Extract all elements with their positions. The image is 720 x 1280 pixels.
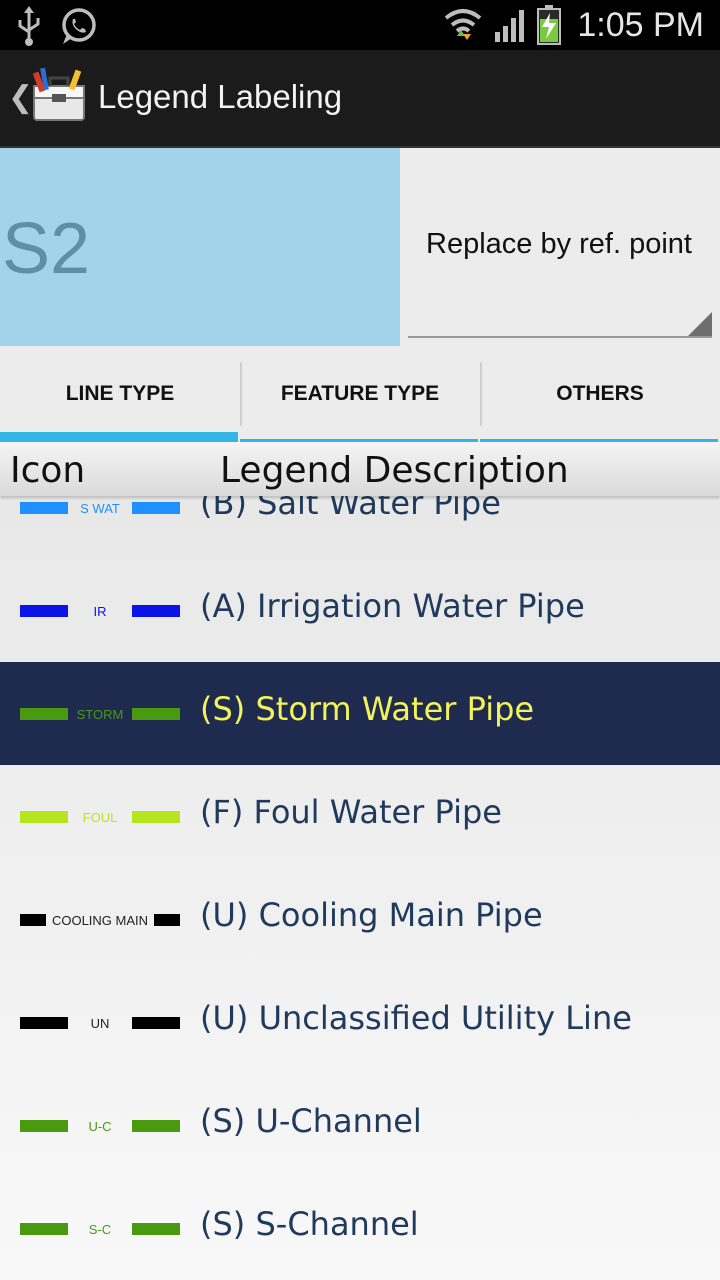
tab-feature-type[interactable]: FEATURE TYPE — [240, 346, 480, 442]
tab-label: LINE TYPE — [65, 382, 175, 405]
point-id: S2 — [2, 209, 91, 289]
tab-indicator — [0, 432, 238, 442]
header-description-column: Legend Description — [220, 450, 569, 491]
line-legend-icon: FOUL — [20, 810, 180, 825]
legend-row[interactable]: U-C (S) U-Channel — [0, 1074, 720, 1177]
legend-description: (A) Irrigation Water Pipe — [200, 587, 585, 625]
legend-code: S WAT — [80, 501, 120, 516]
legend-row[interactable]: S-C (S) S-Channel — [0, 1177, 720, 1280]
action-bar: ❮ Legend Labeling — [0, 50, 720, 148]
spinner-selected-value: Replace by ref. point — [426, 228, 692, 260]
list-header: Icon Legend Description — [0, 442, 720, 496]
tab-bar: LINE TYPE FEATURE TYPE OTHERS — [0, 346, 720, 442]
spinner-underline — [408, 336, 712, 338]
tab-label: FEATURE TYPE — [280, 382, 440, 405]
spinner-arrow-icon — [688, 312, 712, 336]
tab-label: OTHERS — [556, 382, 644, 405]
legend-list[interactable]: S WAT (B) Salt Water Pipe IR (A) Irrigation… — [0, 496, 720, 1280]
legend-code: UN — [91, 1016, 110, 1031]
legend-code: COOLING MAIN — [52, 913, 148, 928]
battery-charging-icon — [537, 5, 562, 45]
legend-code: IR — [94, 604, 107, 619]
legend-list-content: S WAT (B) Salt Water Pipe IR (A) Irrigation… — [0, 496, 720, 1280]
line-legend-icon: U-C — [20, 1119, 180, 1134]
legend-row[interactable]: STORM (S) Storm Water Pipe — [0, 662, 720, 765]
line-legend-icon: STORM — [20, 707, 180, 722]
usb-icon — [18, 6, 40, 46]
legend-description: (U) Unclassified Utility Line — [200, 999, 632, 1037]
point-panel: S2 Replace by ref. point — [0, 148, 720, 346]
legend-row[interactable]: S WAT (B) Salt Water Pipe — [0, 496, 720, 559]
header-icon-column: Icon — [10, 450, 86, 491]
whatsapp-icon — [62, 8, 96, 44]
legend-description: (S) S-Channel — [200, 1205, 419, 1243]
legend-row[interactable]: COOLING MAIN (U) Cooling Main Pipe — [0, 868, 720, 971]
legend-code: U-C — [88, 1119, 111, 1134]
legend-code: S-C — [89, 1222, 111, 1237]
line-legend-icon: S WAT — [20, 501, 180, 516]
page-title: Legend Labeling — [98, 78, 343, 115]
legend-description: (U) Cooling Main Pipe — [200, 896, 543, 934]
line-legend-icon: COOLING MAIN — [20, 913, 180, 928]
legend-description: (F) Foul Water Pipe — [200, 793, 502, 831]
legend-description: (S) U-Channel — [200, 1102, 422, 1140]
legend-description: (B) Salt Water Pipe — [200, 496, 501, 522]
replace-mode-spinner[interactable]: Replace by ref. point — [408, 188, 712, 338]
legend-row[interactable]: UN (U) Unclassified Utility Line — [0, 971, 720, 1074]
legend-row[interactable]: IR (A) Irrigation Water Pipe — [0, 559, 720, 662]
legend-row[interactable]: FOUL (F) Foul Water Pipe — [0, 765, 720, 868]
legend-description: (S) Storm Water Pipe — [200, 690, 535, 728]
clock: 1:05 PM — [577, 5, 704, 44]
legend-code: STORM — [77, 707, 124, 722]
point-id-box[interactable]: S2 — [0, 148, 400, 346]
line-legend-icon: S-C — [20, 1222, 180, 1237]
line-legend-icon: IR — [20, 604, 180, 619]
tab-others[interactable]: OTHERS — [480, 346, 720, 442]
tab-line-type[interactable]: LINE TYPE — [0, 346, 240, 442]
status-bar: 1:05 PM — [0, 0, 720, 50]
signal-icon — [495, 10, 525, 42]
toolbox-icon[interactable] — [30, 68, 88, 124]
line-legend-icon: UN — [20, 1016, 180, 1031]
wifi-icon — [445, 9, 482, 40]
legend-code: FOUL — [83, 810, 118, 825]
